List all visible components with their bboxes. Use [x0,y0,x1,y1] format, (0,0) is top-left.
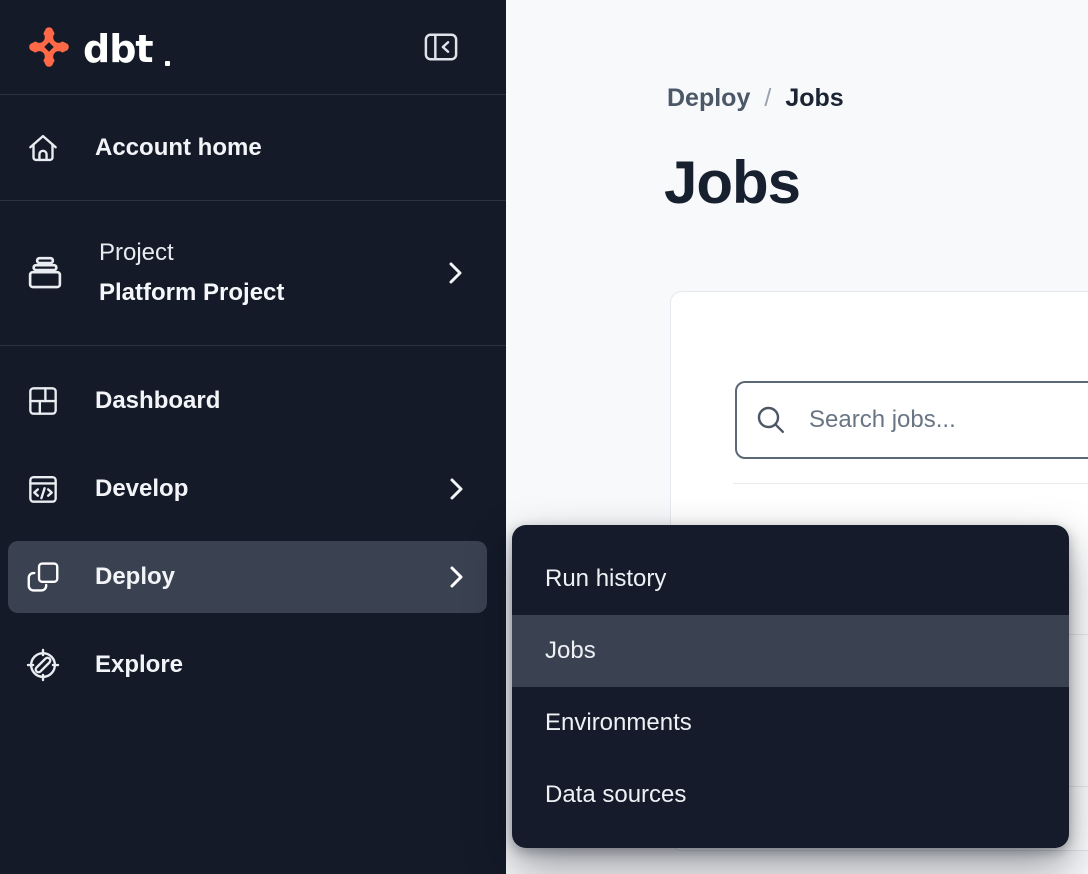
home-icon [24,129,62,167]
submenu-item-jobs[interactable]: Jobs [512,615,1069,687]
sidebar-collapse-button[interactable] [424,32,458,62]
project-text: Project Platform Project [99,233,284,313]
sidebar-item-label: Account home [95,134,262,162]
search-field-wrap [735,381,1088,459]
breadcrumb-deploy-link[interactable]: Deploy [667,84,750,113]
sidebar-item-dashboard[interactable]: Dashboard [8,365,487,437]
compass-icon [24,646,62,684]
sidebar-nav: Dashboard Develop [0,347,506,701]
project-eyebrow: Project [99,233,284,273]
submenu-item-run-history[interactable]: Run history [512,543,1069,615]
chevron-right-icon [447,260,464,286]
deploy-submenu: Run history Jobs Environments Data sourc… [512,525,1069,848]
breadcrumb: Deploy / Jobs [667,84,844,113]
sidebar-item-develop[interactable]: Develop [8,453,487,525]
project-name: Platform Project [99,273,284,313]
submenu-item-data-sources[interactable]: Data sources [512,759,1069,831]
dbt-logo-text: dbt [83,29,153,69]
overlapping-squares-icon [24,558,62,596]
chevron-right-icon [448,564,465,590]
app-root: dbt Account home [0,0,1088,874]
card-divider [733,483,1088,484]
code-window-icon [24,470,62,508]
sidebar: dbt Account home [0,0,506,874]
search-jobs-input[interactable] [735,381,1088,459]
sidebar-project-selector[interactable]: Project Platform Project [0,201,506,346]
sidebar-item-deploy[interactable]: Deploy [8,541,487,613]
sidebar-item-account-home[interactable]: Account home [0,95,506,201]
dbt-logo[interactable]: dbt [27,25,170,69]
sidebar-item-explore[interactable]: Explore [8,629,487,701]
dbt-logo-dot [165,61,170,66]
sidebar-item-label: Dashboard [95,387,220,415]
sidebar-header: dbt [0,0,506,95]
dbt-logo-icon [27,25,71,69]
dashboard-grid-icon [24,382,62,420]
submenu-item-environments[interactable]: Environments [512,687,1069,759]
project-stack-icon [24,252,66,294]
sidebar-item-label: Deploy [95,563,175,591]
breadcrumb-current-jobs: Jobs [785,84,843,113]
sidebar-item-label: Explore [95,651,183,679]
sidebar-item-label: Develop [95,475,188,503]
main-content: Deploy / Jobs Jobs Run history Jobs Envi… [506,0,1088,874]
chevron-right-icon [448,476,465,502]
page-title: Jobs [664,150,800,216]
breadcrumb-separator: / [764,84,771,113]
panel-collapse-left-icon [424,32,458,62]
